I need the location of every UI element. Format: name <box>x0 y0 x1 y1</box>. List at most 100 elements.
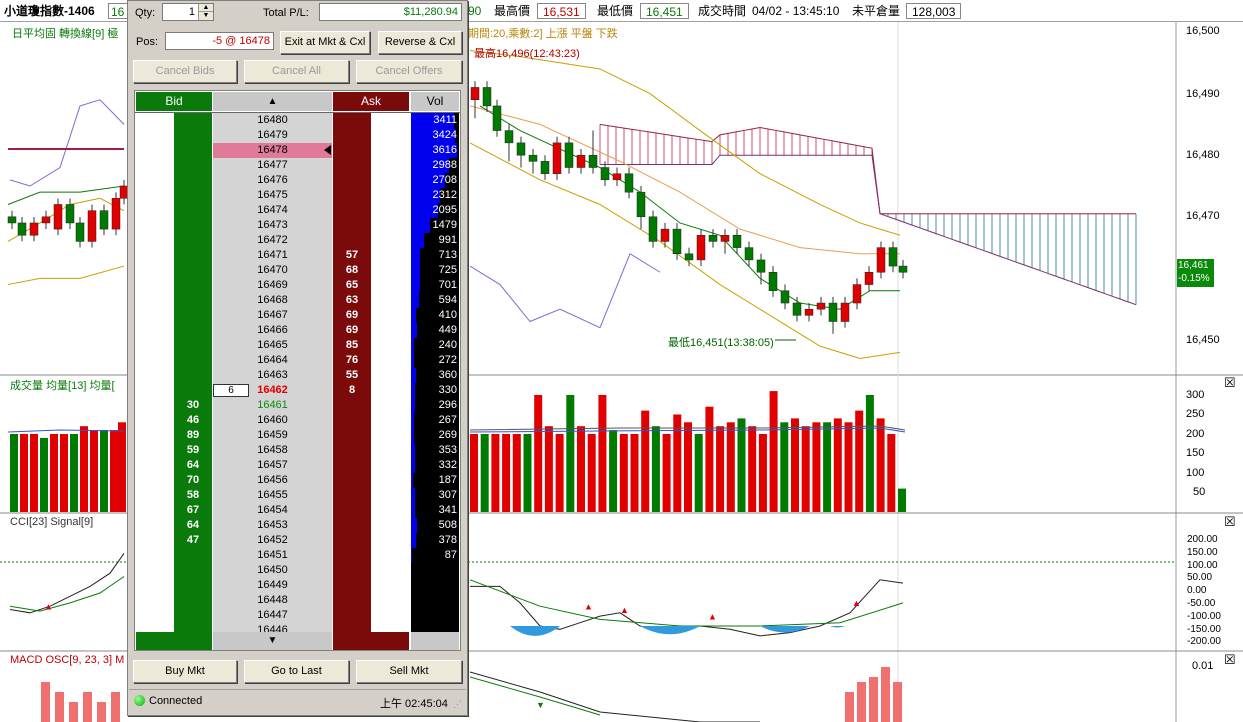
bid-size-cell[interactable] <box>174 308 212 323</box>
ladder-row[interactable]: 58 16455 307 <box>135 488 460 503</box>
sell-market-button[interactable]: Sell Mkt <box>356 660 462 683</box>
ladder-row[interactable]: 16471 57 713 <box>135 248 460 263</box>
price-cell[interactable]: 16465 <box>213 338 332 353</box>
ask-size-cell[interactable] <box>333 218 371 233</box>
bid-size-cell[interactable]: 46 <box>174 413 212 428</box>
ask-size-cell[interactable] <box>333 173 371 188</box>
bid-size-cell[interactable]: 47 <box>174 533 212 548</box>
price-cell[interactable]: 16464 <box>213 353 332 368</box>
ask-size-cell[interactable] <box>333 398 371 413</box>
ladder-row[interactable]: 70 16456 187 <box>135 473 460 488</box>
ask-size-cell[interactable]: 68 <box>333 263 371 278</box>
price-cell[interactable]: 16471 <box>213 248 332 263</box>
ladder-row[interactable]: 16476 2708 <box>135 173 460 188</box>
ladder-row[interactable]: 16479 3424 <box>135 128 460 143</box>
bid-size-cell[interactable] <box>174 233 212 248</box>
ladder-row[interactable]: 16473 1479 <box>135 218 460 233</box>
bid-size-cell[interactable] <box>174 593 212 608</box>
price-cell[interactable]: 16470 <box>213 263 332 278</box>
ask-size-cell[interactable] <box>333 503 371 518</box>
ladder-row[interactable]: 16474 2095 <box>135 203 460 218</box>
ladder-row[interactable]: 16467 69 410 <box>135 308 460 323</box>
bid-size-cell[interactable]: 58 <box>174 488 212 503</box>
ladder-row[interactable]: 16470 68 725 <box>135 263 460 278</box>
ladder-row[interactable]: 47 16452 378 <box>135 533 460 548</box>
price-cell[interactable]: 16454 <box>213 503 332 518</box>
bid-size-cell[interactable]: 67 <box>174 503 212 518</box>
qty-spinner[interactable]: ▲ ▼ <box>198 4 213 20</box>
bid-size-cell[interactable] <box>174 383 212 398</box>
bid-size-cell[interactable] <box>174 608 212 623</box>
price-cell[interactable]: 16474 <box>213 203 332 218</box>
ask-column-header[interactable]: Ask <box>333 92 409 111</box>
bid-size-cell[interactable] <box>174 113 212 128</box>
ladder-row[interactable]: 16469 65 701 <box>135 278 460 293</box>
price-cell[interactable]: 16477 <box>213 158 332 173</box>
qty-down-arrow-icon[interactable]: ▼ <box>199 12 213 19</box>
ask-size-cell[interactable] <box>333 203 371 218</box>
ladder-row[interactable]: 46 16460 267 <box>135 413 460 428</box>
price-cell[interactable]: 16478 <box>213 143 332 158</box>
price-cell[interactable]: 16458 <box>213 443 332 458</box>
price-cell[interactable]: 16476 <box>213 173 332 188</box>
ladder-row[interactable]: 64 16457 332 <box>135 458 460 473</box>
ask-size-cell[interactable]: 65 <box>333 278 371 293</box>
reverse-cancel-button[interactable]: Reverse & Cxl <box>378 31 462 54</box>
cancel-offers-button[interactable]: Cancel Offers <box>356 60 462 83</box>
bid-size-cell[interactable] <box>174 128 212 143</box>
price-cell[interactable]: 16475 <box>213 188 332 203</box>
qty-input[interactable]: 1 ▲ ▼ <box>162 3 214 21</box>
ladder-row[interactable]: 16472 991 <box>135 233 460 248</box>
scroll-up-arrow-icon[interactable]: ▲ <box>213 92 332 111</box>
ask-size-cell[interactable] <box>333 608 371 623</box>
ask-size-cell[interactable] <box>333 443 371 458</box>
ladder-row[interactable]: 16468 63 594 <box>135 293 460 308</box>
bid-size-cell[interactable] <box>174 188 212 203</box>
qty-up-arrow-icon[interactable]: ▲ <box>199 4 213 12</box>
price-cell[interactable]: 16466 <box>213 323 332 338</box>
price-cell[interactable]: 16461 <box>213 398 332 413</box>
price-cell[interactable]: 16479 <box>213 128 332 143</box>
price-cell[interactable]: 16460 <box>213 413 332 428</box>
ladder-row[interactable]: 16463 55 360 <box>135 368 460 383</box>
bid-size-cell[interactable] <box>174 143 212 158</box>
ladder-row[interactable]: 16465 85 240 <box>135 338 460 353</box>
price-cell[interactable]: 16448 <box>213 593 332 608</box>
price-cell[interactable]: 16449 <box>213 578 332 593</box>
resize-grip-icon[interactable]: ⋰ <box>453 699 462 710</box>
price-cell[interactable]: 16463 <box>213 368 332 383</box>
price-cell[interactable]: 16472 <box>213 233 332 248</box>
ladder-row[interactable]: 67 16454 341 <box>135 503 460 518</box>
bid-size-cell[interactable]: 64 <box>174 518 212 533</box>
bid-size-cell[interactable]: 59 <box>174 443 212 458</box>
bid-size-cell[interactable] <box>174 218 212 233</box>
ask-size-cell[interactable] <box>333 233 371 248</box>
ladder-row[interactable]: 16462 8 330 6 <box>135 383 460 398</box>
cancel-bids-button[interactable]: Cancel Bids <box>133 60 237 83</box>
bid-size-cell[interactable]: 70 <box>174 473 212 488</box>
ladder-row[interactable]: 64 16453 508 <box>135 518 460 533</box>
ladder-row[interactable]: 16478 3616 <box>135 143 460 158</box>
volume-column-header[interactable]: Vol <box>411 92 459 111</box>
ask-size-cell[interactable]: 55 <box>333 368 371 383</box>
price-cell[interactable]: 16447 <box>213 608 332 623</box>
bid-size-cell[interactable] <box>174 338 212 353</box>
ask-size-cell[interactable] <box>333 578 371 593</box>
ask-size-cell[interactable]: 69 <box>333 308 371 323</box>
ask-size-cell[interactable] <box>333 413 371 428</box>
go-to-last-button[interactable]: Go to Last <box>244 660 349 683</box>
scroll-down-arrow-icon[interactable]: ▼ <box>213 632 332 650</box>
ladder-row[interactable]: 16475 2312 <box>135 188 460 203</box>
ladder-row[interactable]: 89 16459 269 <box>135 428 460 443</box>
ladder-row[interactable]: 16477 2988 <box>135 158 460 173</box>
ask-size-cell[interactable] <box>333 113 371 128</box>
ask-size-cell[interactable] <box>333 518 371 533</box>
bid-size-cell[interactable] <box>174 248 212 263</box>
bid-size-cell[interactable] <box>174 563 212 578</box>
ask-size-cell[interactable] <box>333 488 371 503</box>
ladder-row[interactable]: 30 16461 296 <box>135 398 460 413</box>
exit-at-market-button[interactable]: Exit at Mkt & Cxl <box>280 31 370 54</box>
price-cell[interactable]: 16456 <box>213 473 332 488</box>
ask-size-cell[interactable] <box>333 548 371 563</box>
bid-size-cell[interactable] <box>174 203 212 218</box>
